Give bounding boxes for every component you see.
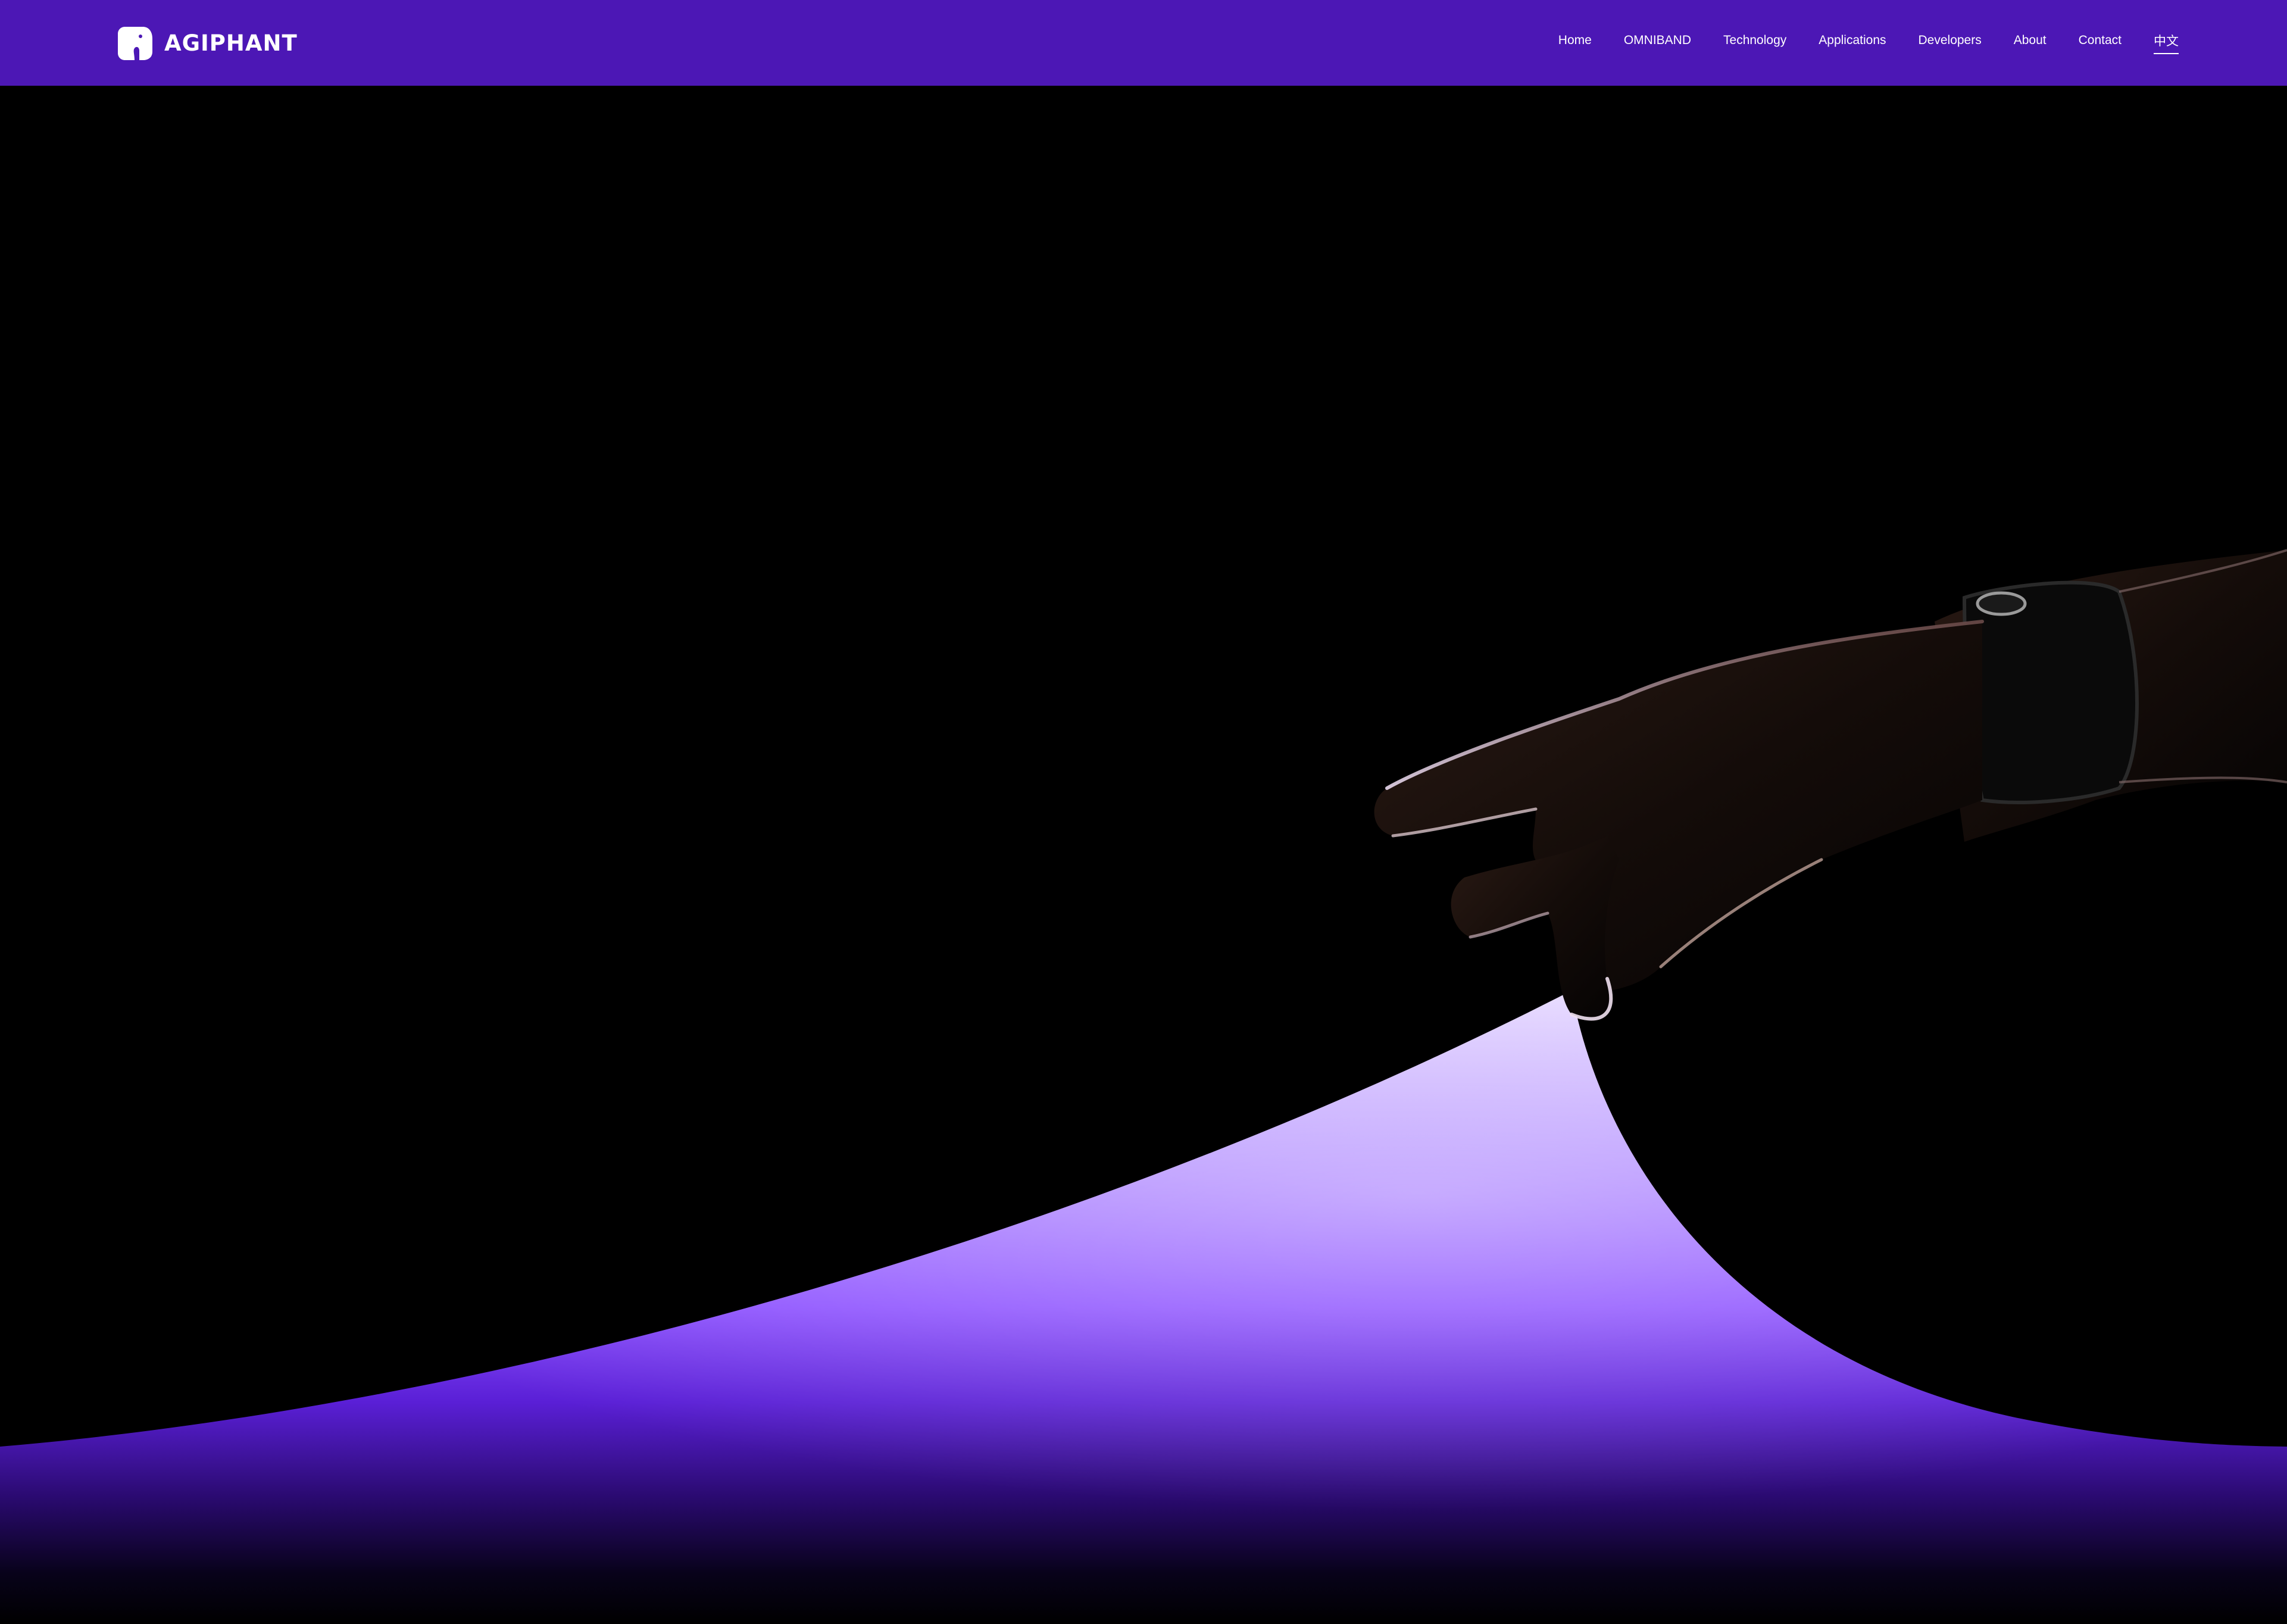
nav-link-contact[interactable]: Contact: [2079, 33, 2122, 52]
top-nav-bar: AGIPHANT Home OMNIBAND Technology Applic…: [0, 0, 2287, 86]
nav-link-about[interactable]: About: [2014, 33, 2047, 52]
hero-banner: [0, 86, 2287, 1624]
main-nav: Home OMNIBAND Technology Applications De…: [1558, 32, 2179, 54]
nav-link-technology[interactable]: Technology: [1723, 33, 1786, 52]
hero-image: [0, 86, 2287, 1624]
nav-link-applications[interactable]: Applications: [1819, 33, 1886, 52]
language-switch-chinese[interactable]: 中文: [2154, 32, 2179, 54]
brand-name: AGIPHANT: [164, 30, 298, 56]
home-logo-link[interactable]: AGIPHANT: [117, 24, 298, 61]
nav-link-developers[interactable]: Developers: [1919, 33, 1982, 52]
elephant-icon: [118, 27, 152, 60]
nav-link-omniband[interactable]: OMNIBAND: [1624, 33, 1691, 52]
page: AGIPHANT Home OMNIBAND Technology Applic…: [0, 0, 2287, 1624]
nav-link-home[interactable]: Home: [1558, 33, 1592, 52]
